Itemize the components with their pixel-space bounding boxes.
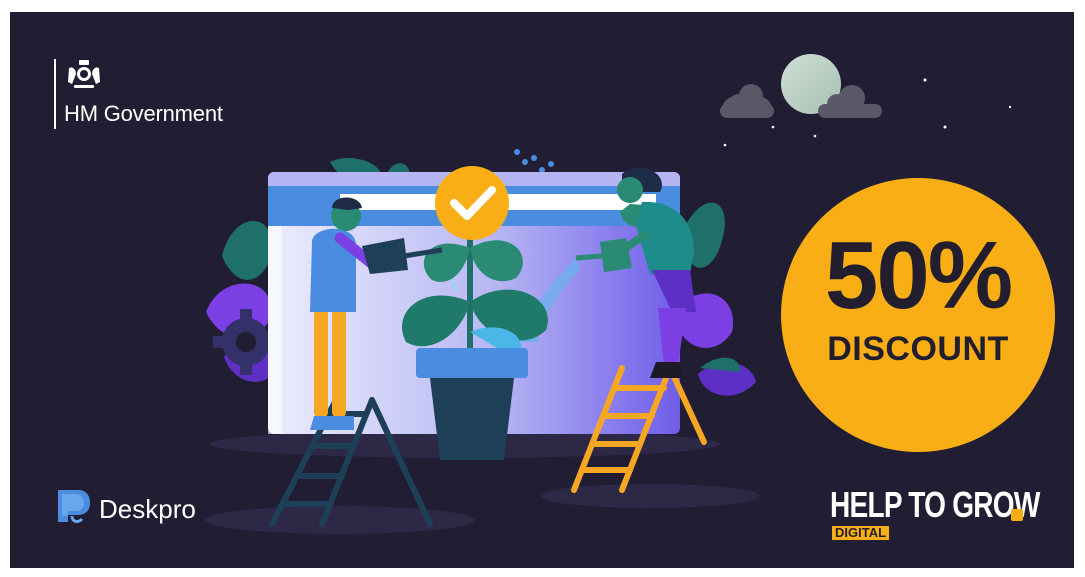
gov-divider	[54, 59, 56, 129]
discount-amount: 50%	[824, 222, 1013, 329]
cloud-icon	[720, 84, 774, 118]
htg-subtitle: DIGITAL	[832, 526, 890, 540]
htg-dot	[1011, 509, 1023, 521]
checkmark-icon	[435, 166, 509, 240]
promo-banner: HM Government 50% DISCOUNT Deskpro HELP …	[10, 12, 1074, 568]
deskpro-name: Deskpro	[99, 494, 196, 524]
deskpro-elephant-icon	[58, 490, 90, 523]
crest-icon	[68, 60, 100, 88]
gov-name: HM Government	[64, 101, 223, 126]
discount-badge: 50% DISCOUNT	[781, 178, 1055, 452]
discount-label: DISCOUNT	[827, 330, 1009, 368]
htg-title: HELP TO GROW	[830, 484, 1040, 525]
